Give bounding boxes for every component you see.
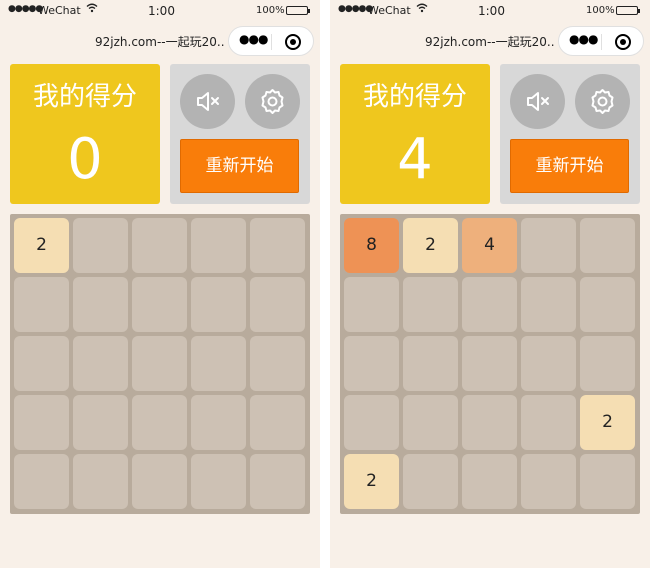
capsule-divider	[601, 34, 602, 50]
empty-cell	[521, 395, 576, 450]
restart-button[interactable]: 重新开始	[180, 139, 299, 193]
battery-percent: 100%	[256, 5, 285, 16]
empty-cell	[521, 218, 576, 273]
gear-icon	[261, 89, 284, 114]
empty-cell	[462, 277, 517, 332]
empty-cell	[132, 218, 187, 273]
score-label: 我的得分	[362, 82, 467, 112]
close-circle-icon[interactable]	[285, 34, 301, 50]
empty-cell	[14, 277, 69, 332]
empty-cell	[73, 277, 128, 332]
score-panel: 我的得分 4	[340, 64, 490, 204]
empty-cell	[344, 395, 399, 450]
empty-cell	[462, 336, 517, 391]
page-title: 92jzh.com--一起玩20...	[95, 35, 225, 49]
empty-cell	[580, 218, 635, 273]
score-label: 我的得分	[32, 82, 137, 112]
game-board[interactable]: 82422	[340, 214, 640, 514]
mute-icon	[197, 92, 219, 111]
empty-cell	[73, 218, 128, 273]
score-panel: 我的得分 0	[10, 64, 160, 204]
mini-program-capsule: ●●●	[228, 26, 314, 56]
empty-cell	[521, 454, 576, 509]
mute-button[interactable]	[510, 74, 565, 129]
empty-cell	[462, 395, 517, 450]
game-board[interactable]: 2	[10, 214, 310, 514]
empty-cell	[73, 336, 128, 391]
carrier-name: WeChat	[38, 4, 81, 17]
empty-cell	[14, 454, 69, 509]
tile-8: 8	[344, 218, 399, 273]
battery-percent: 100%	[586, 5, 615, 16]
empty-cell	[191, 395, 246, 450]
battery-icon	[616, 6, 640, 15]
clock: 1:00	[478, 4, 505, 18]
empty-cell	[132, 395, 187, 450]
empty-cell	[250, 454, 305, 509]
clock: 1:00	[148, 4, 175, 18]
empty-cell	[580, 336, 635, 391]
status-bar: ●●●●● WeChat 1:00 100%	[330, 0, 650, 22]
status-bar: ●●●●● WeChat 1:00 100%	[0, 0, 320, 22]
empty-cell	[403, 336, 458, 391]
empty-cell	[191, 336, 246, 391]
capsule-divider	[271, 34, 272, 50]
empty-cell	[73, 395, 128, 450]
restart-button[interactable]: 重新开始	[510, 139, 629, 193]
empty-cell	[250, 277, 305, 332]
empty-cell	[250, 218, 305, 273]
empty-cell	[14, 336, 69, 391]
tile-2: 2	[344, 454, 399, 509]
empty-cell	[344, 336, 399, 391]
settings-button[interactable]	[245, 74, 300, 129]
score-value: 4	[397, 127, 433, 192]
wifi-icon	[416, 3, 428, 16]
more-dots-icon[interactable]: ●●●	[239, 32, 268, 46]
gear-icon	[591, 89, 614, 114]
empty-cell	[132, 336, 187, 391]
empty-cell	[191, 454, 246, 509]
empty-cell	[403, 277, 458, 332]
empty-cell	[132, 277, 187, 332]
empty-cell	[344, 277, 399, 332]
mini-program-capsule: ●●●	[558, 26, 644, 56]
nav-bar: 92jzh.com--一起玩20... ●●●	[0, 22, 320, 58]
close-circle-icon[interactable]	[615, 34, 631, 50]
control-panel: 重新开始	[500, 64, 640, 204]
settings-button[interactable]	[575, 74, 630, 129]
empty-cell	[521, 277, 576, 332]
empty-cell	[73, 454, 128, 509]
empty-cell	[462, 454, 517, 509]
empty-cell	[580, 454, 635, 509]
empty-cell	[191, 277, 246, 332]
more-dots-icon[interactable]: ●●●	[569, 32, 598, 46]
page-title: 92jzh.com--一起玩20...	[425, 35, 555, 49]
empty-cell	[403, 395, 458, 450]
empty-cell	[14, 395, 69, 450]
empty-cell	[250, 336, 305, 391]
phone-screen-left: ●●●●● WeChat 1:00 100% 92jzh.com--一起玩20.…	[0, 0, 320, 568]
empty-cell	[403, 454, 458, 509]
empty-cell	[580, 277, 635, 332]
tile-4: 4	[462, 218, 517, 273]
mute-icon	[527, 92, 549, 111]
tile-2: 2	[403, 218, 458, 273]
carrier-name: WeChat	[368, 4, 411, 17]
wifi-icon	[86, 3, 98, 16]
nav-bar: 92jzh.com--一起玩20... ●●●	[330, 22, 650, 58]
empty-cell	[521, 336, 576, 391]
control-panel: 重新开始	[170, 64, 310, 204]
empty-cell	[132, 454, 187, 509]
empty-cell	[191, 218, 246, 273]
phone-screen-right: ●●●●● WeChat 1:00 100% 92jzh.com--一起玩20.…	[330, 0, 650, 568]
tile-2: 2	[580, 395, 635, 450]
tile-2: 2	[14, 218, 69, 273]
mute-button[interactable]	[180, 74, 235, 129]
empty-cell	[250, 395, 305, 450]
score-value: 0	[67, 127, 103, 192]
battery-icon	[286, 6, 310, 15]
